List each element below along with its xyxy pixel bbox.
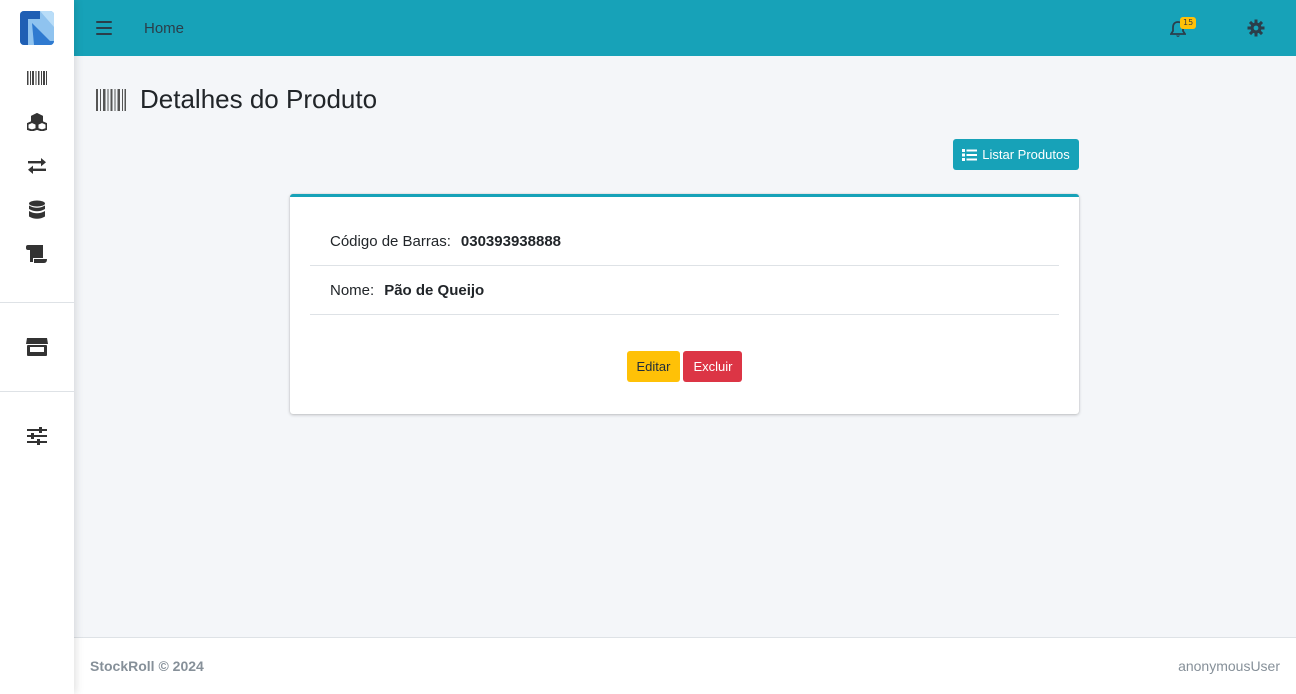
sidebar-item-stock[interactable] <box>0 100 74 144</box>
boxes-icon <box>27 113 47 131</box>
page-title: Detalhes do Produto <box>140 84 378 114</box>
name-row: Nome: Pão de Queijo <box>310 266 1059 315</box>
list-icon <box>962 148 978 161</box>
sliders-icon <box>27 427 47 445</box>
notification-count-badge: 15 <box>1180 17 1197 29</box>
app-logo <box>20 11 54 45</box>
barcode-value: 030393938888 <box>460 232 562 250</box>
sidebar-item-products[interactable] <box>0 56 74 100</box>
card-actions: Editar Excluir <box>290 351 1079 382</box>
page-header: Detalhes do Produto <box>96 84 377 115</box>
database-icon <box>29 200 45 219</box>
list-products-label: Listar Produtos <box>982 147 1070 162</box>
name-value: Pão de Queijo <box>384 281 485 299</box>
store-icon <box>26 338 48 356</box>
settings-button[interactable] <box>1247 19 1265 37</box>
gear-icon <box>1247 19 1265 37</box>
barcode-row: Código de Barras: 030393938888 <box>310 217 1059 266</box>
sidebar-item-movements[interactable] <box>0 144 74 188</box>
footer-user: anonymousUser <box>1178 658 1280 674</box>
brand[interactable] <box>0 0 74 56</box>
barcode-label: Código de Barras: <box>330 232 451 250</box>
footer-brand: StockRoll © 2024 <box>90 658 204 674</box>
delete-button[interactable]: Excluir <box>683 351 743 382</box>
top-navbar: Home 15 <box>74 0 1296 56</box>
notifications-button[interactable]: 15 <box>1170 17 1197 40</box>
sidebar-item-database[interactable] <box>0 188 74 232</box>
nav-home-link[interactable]: Home <box>144 20 184 37</box>
barcode-icon <box>96 88 126 111</box>
barcode-icon <box>27 71 47 85</box>
product-details-card: Código de Barras: 030393938888 Nome: Pão… <box>290 194 1079 414</box>
sidebar-item-reports[interactable] <box>0 232 74 276</box>
name-label: Nome: <box>330 281 375 299</box>
sidebar-item-store[interactable] <box>0 325 74 369</box>
edit-button[interactable]: Editar <box>626 351 681 382</box>
exchange-icon <box>28 158 46 174</box>
sidebar-item-settings[interactable] <box>0 414 74 458</box>
footer: StockRoll © 2024 anonymousUser <box>74 637 1296 694</box>
list-products-button[interactable]: Listar Produtos <box>953 139 1079 170</box>
sidebar <box>0 0 74 694</box>
menu-toggle-icon[interactable] <box>96 21 112 35</box>
scroll-icon <box>26 245 47 263</box>
main-content: Detalhes do Produto Listar Produtos Códi… <box>74 56 1296 637</box>
